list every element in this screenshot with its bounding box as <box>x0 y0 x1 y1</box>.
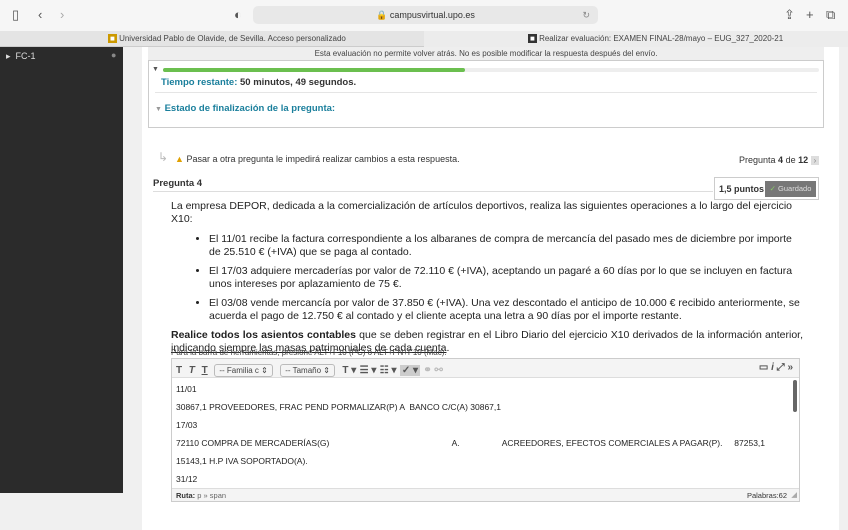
editor-toolbar: T T T -- Familia c ⇕ -- Tamaño ⇕ T ▾ ☰ ▾… <box>172 359 799 378</box>
info-icon[interactable]: i <box>771 362 774 373</box>
sidebar-item-fc1[interactable]: ▸ FC-1 <box>6 51 36 62</box>
editor-line: 72110 COMPRA DE MERCADERÍAS(G) A. ACREED… <box>176 438 766 448</box>
expand-toolbar-icon[interactable]: » <box>787 362 793 373</box>
tabs-overview-icon[interactable]: ⧉ <box>826 7 835 23</box>
tab-label: Universidad Pablo de Olavide, de Sevilla… <box>119 34 346 43</box>
question-title: Pregunta 4 <box>153 178 203 189</box>
numbered-list-icon[interactable]: ☷ ▾ <box>380 365 397 376</box>
italic-icon[interactable]: T <box>189 365 195 376</box>
pager-current: 4 <box>778 155 784 165</box>
new-tab-icon[interactable]: + <box>806 7 814 22</box>
editor-hint: Para la barra de herramientas, presione … <box>171 348 447 357</box>
font-size-select[interactable]: -- Tamaño ⇕ <box>280 364 335 377</box>
tab-upo[interactable]: ■ Universidad Pablo de Olavide, de Sevil… <box>108 31 346 47</box>
question-intro: La empresa DEPOR, dedicada a la comercia… <box>171 200 792 225</box>
status-heading-text: Estado de finalización de la pregunta: <box>164 103 336 114</box>
underline-icon[interactable]: T <box>202 365 208 376</box>
warning-text: Pasar a otra pregunta le impedirá realiz… <box>186 154 460 164</box>
status-heading[interactable]: ▼ Estado de finalización de la pregunta: <box>155 103 335 114</box>
collapse-icon[interactable]: ● <box>111 50 116 60</box>
sidebar: ▸ FC-1 ● <box>0 47 123 493</box>
warning-icon: ▲ <box>175 154 184 164</box>
warning-message: ▲ Pasar a otra pregunta le impedirá real… <box>175 154 460 164</box>
question-text: La empresa DEPOR, dedicada a la comercia… <box>171 200 803 355</box>
answer-editor: T T T -- Familia c ⇕ -- Tamaño ⇕ T ▾ ☰ ▾… <box>171 358 800 502</box>
timer-text: Tiempo restante: 50 minutos, 49 segundos… <box>161 77 356 88</box>
pager-total: 12 <box>798 155 809 165</box>
browser-toolbar: ▯ ‹ › ◐ 🔒 campusvirtual.upo.es ↻ ⇪ + ⧉ <box>0 0 848 31</box>
next-page-button[interactable]: › <box>810 156 820 165</box>
timer-progress <box>163 68 819 72</box>
editor-line: 30867,1 PROVEEDORES, FRAC PEND PORMALIZA… <box>176 402 501 412</box>
address-bar[interactable]: 🔒 campusvirtual.upo.es ↻ <box>253 6 598 24</box>
collapse-arrow-icon[interactable]: ▼ <box>152 66 159 73</box>
preview-icon[interactable]: ▭ <box>759 362 768 373</box>
reload-icon[interactable]: ↻ <box>582 6 590 24</box>
instr-bold: Realice todos los asientos contables <box>171 329 356 341</box>
share-icon[interactable]: ⇪ <box>784 7 795 23</box>
link-icon[interactable]: ⚭ ⚯ <box>423 365 443 376</box>
question-info: 1,5 puntos ✓ Guardado <box>714 177 819 200</box>
pager-prefix: Pregunta <box>739 155 776 165</box>
timer-progress-fill <box>163 68 465 72</box>
editor-body[interactable]: 11/01 30867,1 PROVEEDORES, FRAC PEND POR… <box>172 378 799 488</box>
resize-handle-icon[interactable]: ◢ <box>791 490 797 499</box>
saved-text: Guardado <box>778 184 812 193</box>
operations-list: El 11/01 recibe la factura correspondien… <box>171 233 803 323</box>
sidebar-toggle-icon[interactable]: ▯ <box>12 7 19 23</box>
url-text: campusvirtual.upo.es <box>389 10 475 20</box>
word-count: Palabras:62 <box>746 491 787 500</box>
arrow-return-icon: ↳ <box>158 150 169 164</box>
pager-of: de <box>785 155 796 165</box>
notice-text: Esta evaluación no permite volver atrás.… <box>314 49 658 58</box>
editor-line: 17/03 <box>176 420 198 430</box>
editor-line: 11/01 <box>176 384 197 394</box>
tab-label: Realizar evaluación: EXAMEN FINAL-28/may… <box>539 34 784 43</box>
points: 1,5 puntos <box>719 184 765 194</box>
path-value: p » span <box>197 491 227 500</box>
shield-icon[interactable]: ◐ <box>234 7 242 22</box>
editor-statusbar: Ruta: p » span Palabras:62 ◢ <box>172 488 799 501</box>
timer-panel: ▼ Tiempo restante: 50 minutos, 49 segund… <box>148 60 824 128</box>
instr-end: . <box>446 342 450 354</box>
tab-exam[interactable]: ■ Realizar evaluación: EXAMEN FINAL-28/m… <box>424 31 848 47</box>
question-pager: Pregunta 4 de 12 › <box>739 155 820 165</box>
text-color-icon[interactable]: T ▾ <box>342 365 356 376</box>
instr-mid: que se deben registrar en el Libro Diari… <box>355 329 803 341</box>
editor-line: 15143,1 H.P IVA SOPORTADO(A). <box>176 456 308 466</box>
back-icon[interactable]: ‹ <box>38 7 42 22</box>
font-size-value: -- Tamaño <box>285 366 322 375</box>
editor-line: 31/12 <box>176 474 198 484</box>
tab-bar: ■ Universidad Pablo de Olavide, de Sevil… <box>0 31 848 47</box>
spellcheck-icon[interactable]: ✓ ▾ <box>399 365 420 376</box>
sidebar-item-label: FC-1 <box>15 51 36 61</box>
saved-badge: ✓ Guardado <box>765 181 816 197</box>
path-label: Ruta: <box>176 491 196 500</box>
timer-value: 50 minutos, 49 segundos. <box>240 77 357 88</box>
forward-icon[interactable]: › <box>60 7 64 22</box>
fullscreen-icon[interactable]: ⤢ <box>777 362 785 373</box>
notice-bar: Esta evaluación no permite volver atrás.… <box>148 47 824 60</box>
list-item: El 17/03 adquiere mercaderías por valor … <box>209 265 803 291</box>
list-item: El 03/08 vende mercancía por valor de 37… <box>209 297 803 323</box>
bullet-list-icon[interactable]: ☰ ▾ <box>360 365 377 376</box>
font-family-value: -- Familia c <box>219 366 259 375</box>
timer-label: Tiempo restante: <box>161 77 238 88</box>
list-item: El 11/01 recibe la factura correspondien… <box>209 233 803 259</box>
sidebar-footer <box>0 493 142 530</box>
editor-scrollbar[interactable] <box>793 380 797 412</box>
bold-icon[interactable]: T <box>176 365 182 376</box>
font-family-select[interactable]: -- Familia c ⇕ <box>214 364 273 377</box>
